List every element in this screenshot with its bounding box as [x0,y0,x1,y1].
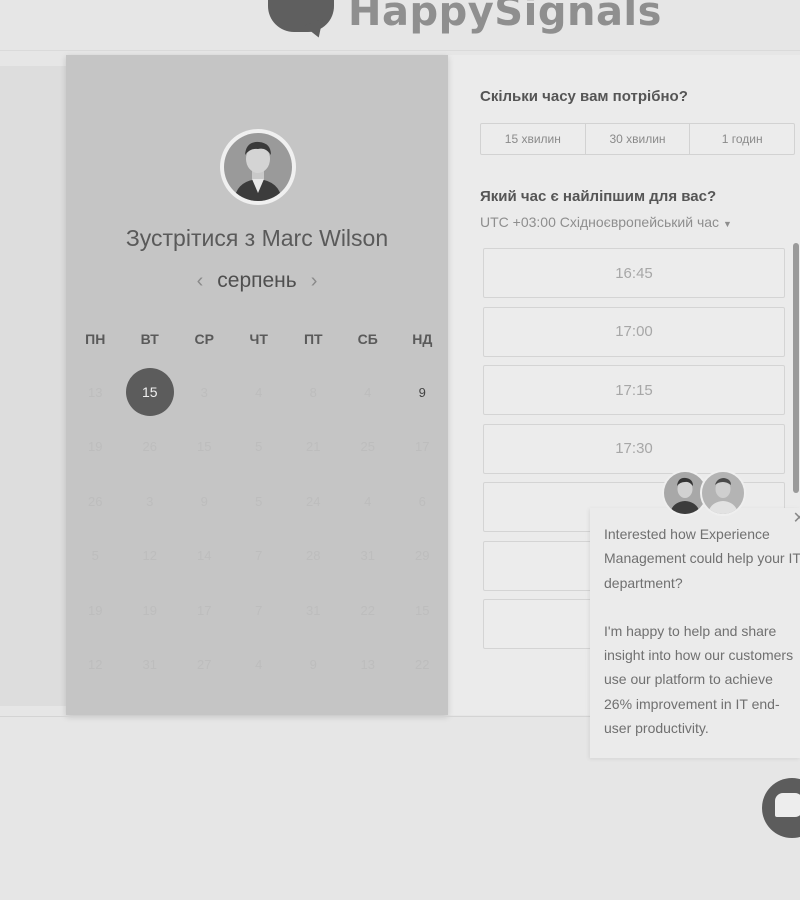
calendar-day: 4 [255,657,263,673]
calendar-day: 12 [142,548,157,564]
calendar-panel: Зустрітися з Marc Wilson ‹ серпень › ПН … [66,55,448,715]
calendar-day: 5 [255,493,263,509]
weekday-label: ПН [85,331,106,347]
time-slot[interactable]: 17:15 [483,365,785,415]
calendar-day: 9 [309,657,317,673]
calendar-day: 21 [306,439,321,455]
time-slot[interactable]: 17:30 [483,423,785,474]
duration-selector: 15 хвилин 30 хвилин 1 годин [480,123,795,155]
person-avatar-icon [224,133,292,201]
weekday-label: ЧТ [249,331,268,347]
month-navigation: ‹ серпень › [66,269,448,293]
weekday-label: ВТ [140,331,159,347]
chat-bubble-icon [775,793,800,817]
calendar-day: 25 [360,439,375,455]
logo-bubble-icon [268,0,334,41]
calendar-day: 9 [200,493,208,509]
calendar-day: 19 [88,439,103,455]
calendar-day: 15 [197,439,212,455]
weekday-label: СР [194,331,214,347]
chat-launcher-button[interactable] [762,778,800,838]
weekday-label: СБ [357,331,378,347]
weekday-label: НД [412,331,433,347]
duration-option-60[interactable]: 1 годин [690,124,794,154]
calendar-day: 17 [415,439,430,455]
header-divider [0,50,800,51]
chevron-right-icon[interactable]: › [311,270,318,293]
caret-down-icon: ▼ [723,219,732,229]
calendar-day-available[interactable]: 9 [395,365,450,420]
calendar-day: 8 [309,384,317,400]
chevron-left-icon[interactable]: ‹ [197,270,204,293]
calendar-day: 24 [306,493,321,509]
timezone-dropdown[interactable]: UTC +03:00 Східноєвропейський час ▼ [480,214,732,230]
calendar-day: 4 [255,384,263,400]
calendar-day: 13 [88,384,103,400]
host-avatar [220,129,296,205]
logo-text: HappySignals [348,0,662,35]
chat-message-line: I'm happy to help and share insight into… [604,622,794,737]
weekday-label: ПТ [303,331,323,347]
calendar-day: 29 [415,548,430,564]
calendar-day: 27 [197,657,212,673]
duration-option-15[interactable]: 15 хвилин [481,124,586,154]
time-question: Який час є найліпшим для вас? [480,188,717,205]
agent-avatar [700,470,746,516]
chat-agent-avatars [662,470,746,516]
duration-question: Скільки часу вам потрібно? [480,88,688,105]
calendar-day: 7 [255,548,263,564]
calendar-day: 12 [88,657,103,673]
chat-message: Interested how Experience Management cou… [604,522,800,740]
calendar-day: 28 [306,548,321,564]
time-slot[interactable]: 17:00 [483,306,785,357]
brand-logo[interactable]: HappySignals [268,0,662,41]
slot-list-scrollbar[interactable] [793,243,799,493]
calendar-day: 15 [415,602,430,618]
calendar-day: 4 [364,384,372,400]
timezone-label: UTC +03:00 Східноєвропейський час [480,214,720,230]
chat-popup[interactable]: Interested how Experience Management cou… [590,508,800,758]
chat-message-line: Interested how Experience Management cou… [604,526,800,591]
calendar-day: 7 [255,602,263,618]
calendar-day: 3 [146,493,154,509]
month-label: серпень [217,269,297,292]
calendar-day: 22 [360,602,375,618]
calendar-day: 26 [88,493,103,509]
calendar-day: 14 [197,548,212,564]
duration-option-30[interactable]: 30 хвилин [586,124,691,154]
calendar-day: 22 [415,657,430,673]
calendar-day: 5 [255,439,263,455]
calendar-days-grid: 13 15 3 4 8 4 9 19 26 15 5 21 25 17 26 3… [66,365,448,692]
calendar-day: 4 [364,493,372,509]
calendar-day: 26 [142,439,157,455]
meeting-title: Зустрітися з Marc Wilson [125,225,389,251]
time-slot[interactable]: 16:45 [483,248,785,298]
calendar-day: 19 [142,602,157,618]
calendar-day: 31 [306,602,321,618]
close-icon[interactable]: ✕ [793,508,800,528]
calendar-day: 31 [142,657,157,673]
calendar-day-selected[interactable]: 15 [123,365,178,420]
calendar-day: 13 [360,657,375,673]
weekday-header: ПН ВТ СР ЧТ ПТ СБ НД [66,331,448,347]
calendar-day: 3 [200,384,208,400]
calendar-day: 19 [88,602,103,618]
background-strip [0,66,68,706]
calendar-day: 5 [91,548,99,564]
calendar-day: 6 [418,493,426,509]
person-avatar-icon [702,472,744,514]
calendar-day: 31 [360,548,375,564]
calendar-day: 17 [197,602,212,618]
